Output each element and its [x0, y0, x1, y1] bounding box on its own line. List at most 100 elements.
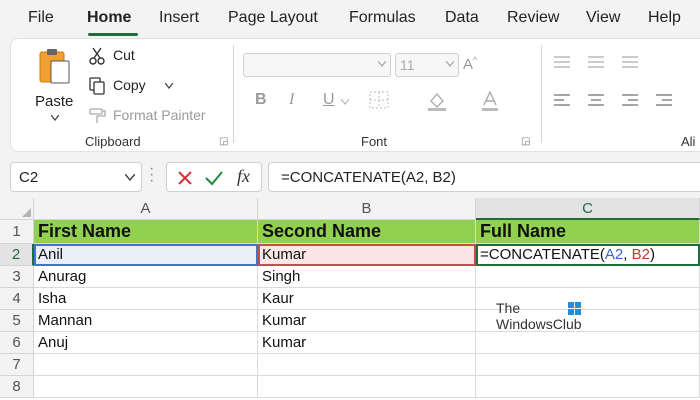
cell-b2[interactable]: Kumar	[258, 244, 476, 266]
column-header-b[interactable]: B	[258, 198, 476, 220]
chevron-down-icon	[341, 99, 349, 105]
cell-a4[interactable]: Isha	[34, 288, 258, 310]
cell-b1[interactable]: Second Name	[258, 220, 476, 244]
enter-check-icon[interactable]	[205, 170, 223, 186]
scissors-icon	[89, 47, 105, 65]
chevron-down-icon	[51, 115, 59, 121]
font-color-icon[interactable]	[481, 91, 499, 111]
tab-view[interactable]: View	[586, 9, 620, 27]
clipboard-launcher-icon[interactable]: ◲	[219, 136, 228, 147]
watermark-line2: WindowsClub	[496, 316, 582, 333]
formula-input[interactable]: =CONCATENATE(A2, B2)	[268, 162, 700, 192]
bold-icon[interactable]: B	[255, 91, 267, 109]
ribbon: Paste Cut Copy Format Painter Clipboard …	[10, 38, 700, 152]
cell-a1[interactable]: First Name	[34, 220, 258, 244]
chevron-down-icon	[446, 61, 454, 67]
cancel-icon[interactable]	[177, 170, 193, 186]
name-box[interactable]: C2	[10, 162, 142, 192]
align-top-icon[interactable]	[553, 55, 571, 69]
row-header[interactable]: 7	[0, 354, 34, 376]
column-header-a[interactable]: A	[34, 198, 258, 220]
row-header[interactable]: 6	[0, 332, 34, 354]
align-center-icon[interactable]	[587, 93, 605, 107]
paste-button[interactable]: Paste	[33, 45, 77, 125]
cell-b4[interactable]: Kaur	[258, 288, 476, 310]
increase-font-icon[interactable]: A^	[463, 55, 477, 73]
tab-formulas[interactable]: Formulas	[349, 9, 416, 27]
align-right-icon[interactable]	[621, 93, 639, 107]
format-painter-button[interactable]: Format Painter	[89, 105, 219, 127]
group-divider	[233, 45, 234, 143]
cell-c7[interactable]	[476, 354, 700, 376]
cell-a8[interactable]	[34, 376, 258, 398]
font-size-dropdown[interactable]: 11	[395, 53, 459, 77]
select-all-button[interactable]	[0, 198, 34, 220]
cell-c3[interactable]	[476, 266, 700, 288]
cut-label: Cut	[113, 47, 135, 63]
formula-actions: fx	[166, 162, 262, 192]
cut-button[interactable]: Cut	[89, 45, 159, 67]
windows-logo-icon	[568, 302, 582, 316]
cell-c6[interactable]	[476, 332, 700, 354]
row-header[interactable]: 2	[0, 244, 34, 266]
cell-c2[interactable]: =CONCATENATE(A2, B2)	[476, 244, 700, 266]
align-middle-icon[interactable]	[587, 55, 605, 69]
tab-review[interactable]: Review	[507, 9, 559, 27]
tab-home[interactable]: Home	[87, 9, 131, 27]
align-left-icon[interactable]	[553, 93, 571, 107]
borders-icon[interactable]	[369, 91, 389, 109]
chevron-down-icon	[165, 83, 173, 89]
fill-color-icon[interactable]	[427, 91, 447, 111]
underline-icon[interactable]: U	[323, 91, 335, 109]
column-header-c[interactable]: C	[476, 198, 700, 220]
cell-a5[interactable]: Mannan	[34, 310, 258, 332]
indent-icon[interactable]	[655, 93, 673, 107]
row-header[interactable]: 8	[0, 376, 34, 398]
row-header[interactable]: 5	[0, 310, 34, 332]
alignment-group-label: Ali	[681, 134, 696, 149]
cell-a6[interactable]: Anuj	[34, 332, 258, 354]
formula-suffix: )	[649, 246, 655, 263]
font-size-value: 11	[400, 57, 415, 73]
chevron-down-icon	[125, 174, 135, 181]
align-bottom-icon[interactable]	[621, 55, 639, 69]
tab-data[interactable]: Data	[445, 9, 479, 27]
name-box-value: C2	[19, 169, 39, 186]
tab-help[interactable]: Help	[648, 9, 681, 27]
clipboard-group-label: Clipboard	[85, 134, 141, 149]
formula-ref-a: A2	[604, 246, 624, 263]
font-name-dropdown[interactable]	[243, 53, 391, 77]
cell-c1[interactable]: Full Name	[476, 220, 700, 244]
copy-label: Copy	[113, 77, 146, 93]
watermark-line1: The	[496, 300, 521, 316]
formula-separator: ,	[623, 246, 632, 263]
formula-bar: C2 · · · fx =CONCATENATE(A2, B2)	[0, 156, 700, 198]
copy-button[interactable]: Copy	[89, 75, 189, 97]
italic-icon[interactable]: I	[289, 91, 294, 109]
watermark-logo: The WindowsClub	[496, 300, 582, 332]
row-header[interactable]: 4	[0, 288, 34, 310]
tab-page-layout[interactable]: Page Layout	[228, 9, 318, 27]
cell-a3[interactable]: Anurag	[34, 266, 258, 288]
paste-label: Paste	[35, 93, 74, 110]
tab-insert[interactable]: Insert	[159, 9, 199, 27]
insert-function-icon[interactable]: fx	[237, 166, 250, 187]
tab-file[interactable]: File	[28, 9, 54, 27]
more-options-icon[interactable]: · · ·	[149, 161, 159, 189]
cell-c8[interactable]	[476, 376, 700, 398]
cell-a7[interactable]	[34, 354, 258, 376]
row-header[interactable]: 3	[0, 266, 34, 288]
cell-a2[interactable]: Anil	[34, 244, 258, 266]
active-tab-indicator	[88, 33, 138, 36]
cell-b6[interactable]: Kumar	[258, 332, 476, 354]
cell-b7[interactable]	[258, 354, 476, 376]
paste-icon	[39, 49, 70, 84]
font-launcher-icon[interactable]: ◲	[521, 136, 530, 147]
cell-b3[interactable]: Singh	[258, 266, 476, 288]
formula-prefix: =CONCATENATE(	[480, 246, 605, 263]
cell-b8[interactable]	[258, 376, 476, 398]
group-divider	[541, 45, 542, 143]
row-header[interactable]: 1	[0, 220, 34, 244]
cell-b5[interactable]: Kumar	[258, 310, 476, 332]
font-group-label: Font	[361, 134, 388, 149]
